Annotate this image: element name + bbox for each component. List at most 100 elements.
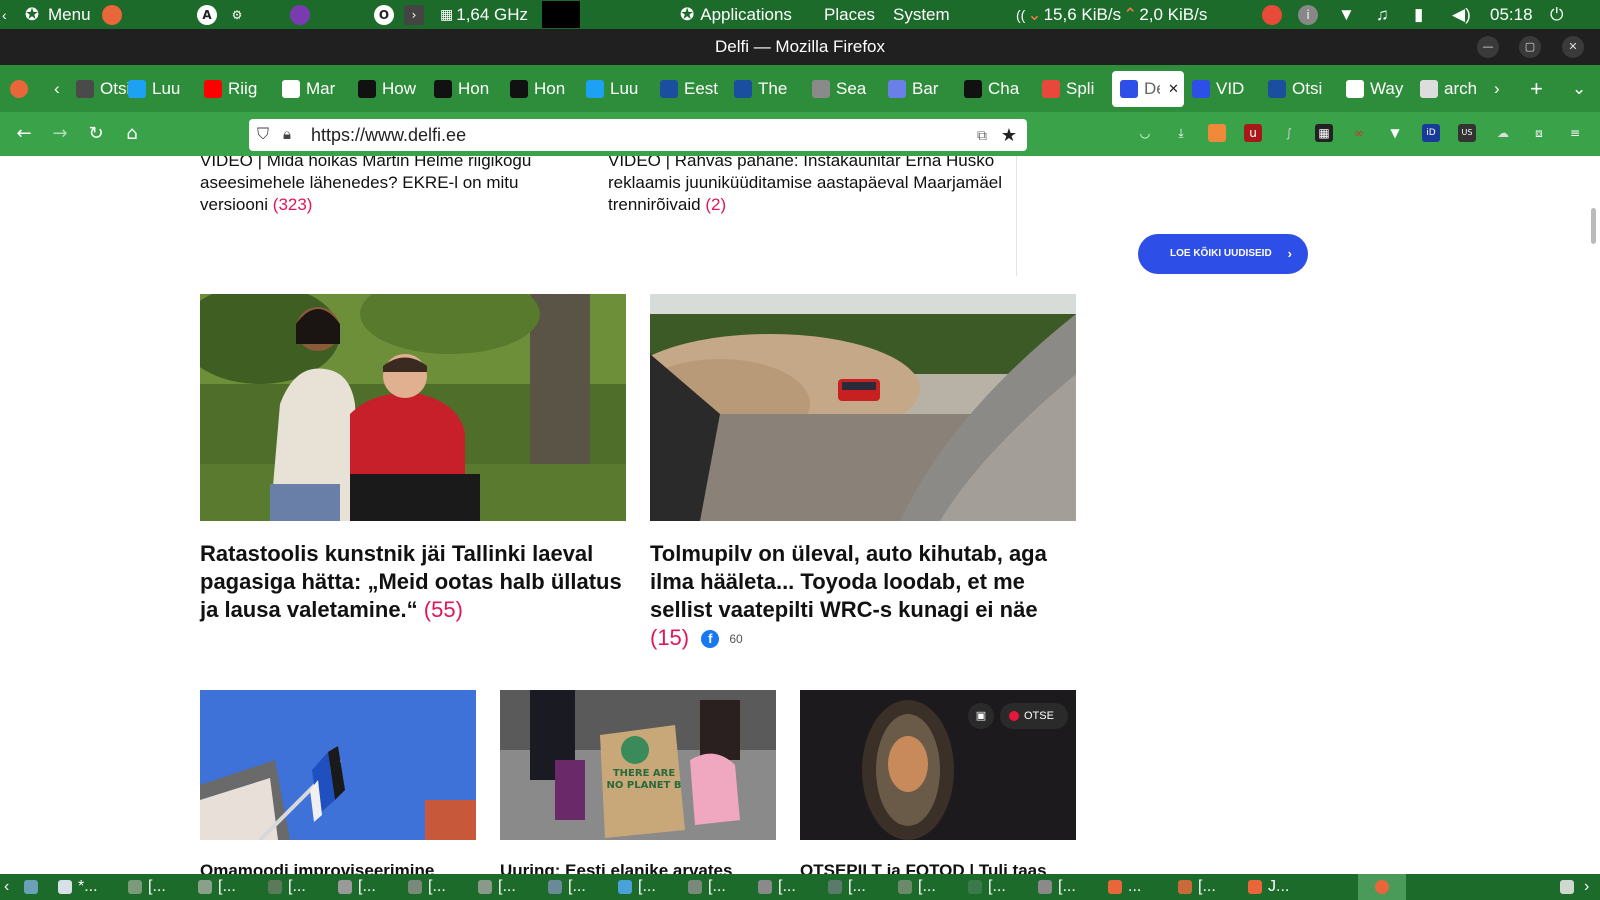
calendar-icon[interactable]: ▦ <box>1315 124 1333 142</box>
article-link-live-fire[interactable]: OTSEPILT ja FOTOD | Tuli taas <box>800 860 1047 874</box>
accessories-launcher[interactable]: A <box>197 0 217 29</box>
system-menu[interactable]: System <box>893 0 950 29</box>
us-keyboard-icon[interactable]: US <box>1458 124 1476 142</box>
page-scrollbar[interactable] <box>1591 208 1596 244</box>
reload-button[interactable]: ↻ <box>84 122 108 146</box>
taskbar-item[interactable]: [... <box>548 874 586 900</box>
hamburger-menu-icon[interactable]: ≡ <box>1566 124 1584 142</box>
tab-11[interactable]: Bar <box>888 71 952 107</box>
taskbar-item[interactable]: [... <box>968 874 1006 900</box>
taskbar-item[interactable]: [... <box>338 874 376 900</box>
tab-6[interactable]: Hon <box>510 71 574 107</box>
taskbar-item[interactable]: [... <box>758 874 796 900</box>
opera-launcher[interactable]: O <box>374 0 394 29</box>
bookmark-star-icon[interactable]: ★ <box>1001 119 1017 151</box>
taskbar-item[interactable]: [... <box>128 874 166 900</box>
taskbar-scroll-right[interactable]: › <box>1584 874 1589 900</box>
article-image-climate-sign[interactable]: THERE ARE NO PLANET B <box>500 690 776 840</box>
taskbar-item-active-firefox[interactable] <box>1358 874 1406 900</box>
info-indicator[interactable]: i <box>1298 0 1318 29</box>
taskbar-item[interactable]: J... <box>1248 874 1289 900</box>
extension-gray-icon[interactable]: ∫ <box>1280 124 1298 142</box>
tab-4[interactable]: How <box>358 71 422 107</box>
tab-3[interactable]: Mar <box>282 71 346 107</box>
wifi-indicator[interactable]: ▼ <box>1338 0 1355 29</box>
article-link-survey[interactable]: Uuring: Eesti elanike arvates <box>500 860 732 874</box>
minimize-button[interactable]: — <box>1477 36 1499 58</box>
back-button[interactable]: ← <box>12 122 36 146</box>
link-icon[interactable]: ∞ <box>1350 124 1368 142</box>
taskbar-item[interactable]: [... <box>828 874 866 900</box>
tor-launcher[interactable] <box>290 0 310 29</box>
taskbar-item[interactable]: [... <box>898 874 936 900</box>
taskbar-item[interactable]: [... <box>408 874 446 900</box>
close-window-button[interactable]: ✕ <box>1562 36 1584 58</box>
pocket-icon[interactable]: ◡ <box>1136 124 1154 142</box>
updates-indicator[interactable] <box>1262 0 1282 29</box>
article-link-wheelchair-artist[interactable]: Ratastoolis kunstnik jäi Tallinki laeval… <box>200 540 630 624</box>
tabs-scroll-right[interactable]: › <box>1494 71 1500 107</box>
tab-7[interactable]: Luu <box>586 71 650 107</box>
downloads-icon[interactable]: ⤓ <box>1172 124 1190 142</box>
applications-menu[interactable]: ✪ Applications <box>680 0 792 29</box>
read-all-news-button[interactable]: LOE KÕIKI UUDISEID › <box>1138 234 1308 274</box>
article-image-wheelchair-artist[interactable] <box>200 294 626 521</box>
maximize-button[interactable]: ▢ <box>1519 36 1541 58</box>
article-link-top-right[interactable]: VIDEO | Rahvas pahane: Instakaunitar Ern… <box>608 156 1003 216</box>
taskbar-item[interactable]: [... <box>198 874 236 900</box>
new-tab-button[interactable]: + <box>1530 71 1543 107</box>
forward-button[interactable]: → <box>48 122 72 146</box>
trash-button[interactable] <box>1560 874 1580 900</box>
ublock-icon[interactable]: u <box>1244 124 1262 142</box>
show-desktop-button[interactable] <box>24 874 44 900</box>
article-image-live-stream[interactable]: ▣ OTSE <box>800 690 1076 840</box>
taskbar-item[interactable]: [... <box>688 874 726 900</box>
settings-launcher[interactable]: ⚙ <box>227 0 247 29</box>
taskbar-item[interactable]: [... <box>268 874 306 900</box>
id-icon[interactable]: iD <box>1422 124 1440 142</box>
article-image-rally-car[interactable] <box>650 294 1076 521</box>
taskbar-scroll-left[interactable]: ‹ <box>4 874 9 900</box>
taskbar-item[interactable]: [... <box>618 874 656 900</box>
filter-icon[interactable]: ▼ <box>1386 124 1404 142</box>
network-monitor[interactable]: (( ⌄ 15,6 KiB/s ⌃ 2,0 KiB/s <box>1016 0 1207 29</box>
tab-14[interactable]: De ✕ <box>1112 71 1184 107</box>
comment-count[interactable]: (55) <box>424 597 463 622</box>
places-menu[interactable]: Places <box>824 0 875 29</box>
system-load-graph[interactable] <box>542 0 580 29</box>
comment-count[interactable]: (2) <box>705 195 726 214</box>
firefox-launcher[interactable] <box>102 0 122 29</box>
url-bar[interactable]: ⛉ 🔒︎ https://www.delfi.ee ⧉ ★ <box>249 119 1027 151</box>
taskbar-item[interactable]: *... <box>58 874 98 900</box>
tab-17[interactable]: Way <box>1346 71 1410 107</box>
terminal-launcher[interactable]: › <box>404 0 424 29</box>
tabs-scroll-left[interactable]: ‹ <box>54 71 60 107</box>
tab-2[interactable]: Riig <box>204 71 268 107</box>
tab-12[interactable]: Cha <box>964 71 1028 107</box>
home-button[interactable]: ⌂ <box>120 122 144 146</box>
article-image-flag[interactable] <box>200 690 476 840</box>
tab-5[interactable]: Hon <box>434 71 498 107</box>
taskbar-item[interactable]: [... <box>1038 874 1076 900</box>
clock[interactable]: 05:18 <box>1490 0 1533 29</box>
list-all-tabs-button[interactable]: ⌄ <box>1572 71 1586 107</box>
translate-icon[interactable]: ⧉ <box>977 119 987 151</box>
firefox-view-button[interactable] <box>10 71 34 107</box>
extensions-puzzle-icon[interactable]: ⧈ <box>1530 124 1548 142</box>
comment-count[interactable]: (15) <box>650 625 689 650</box>
url-text[interactable]: https://www.delfi.ee <box>311 119 466 151</box>
taskbar-item[interactable]: ... <box>1108 874 1141 900</box>
extension-orange-icon[interactable] <box>1208 124 1226 142</box>
notifications-indicator[interactable]: ♫ <box>1376 0 1389 29</box>
tab-10[interactable]: Sea <box>812 71 876 107</box>
tab-9[interactable]: The <box>734 71 798 107</box>
tab-15[interactable]: VID <box>1192 71 1256 107</box>
tab-1[interactable]: Luu <box>128 71 192 107</box>
article-link-improvisation[interactable]: Omamoodi improviseerimine <box>200 860 434 874</box>
cloud-icon[interactable]: ☁ <box>1494 124 1512 142</box>
tab-13[interactable]: Spli <box>1042 71 1106 107</box>
window-titlebar[interactable]: Delfi — Mozilla Firefox — ▢ ✕ <box>0 29 1600 65</box>
article-link-top-left[interactable]: VIDEO | Mida hoikas Martin Helme riigiko… <box>200 156 580 216</box>
menu-button[interactable]: ✪ Menu <box>22 0 91 29</box>
article-link-rally[interactable]: Tolmupilv on üleval, auto kihutab, aga i… <box>650 540 1060 653</box>
